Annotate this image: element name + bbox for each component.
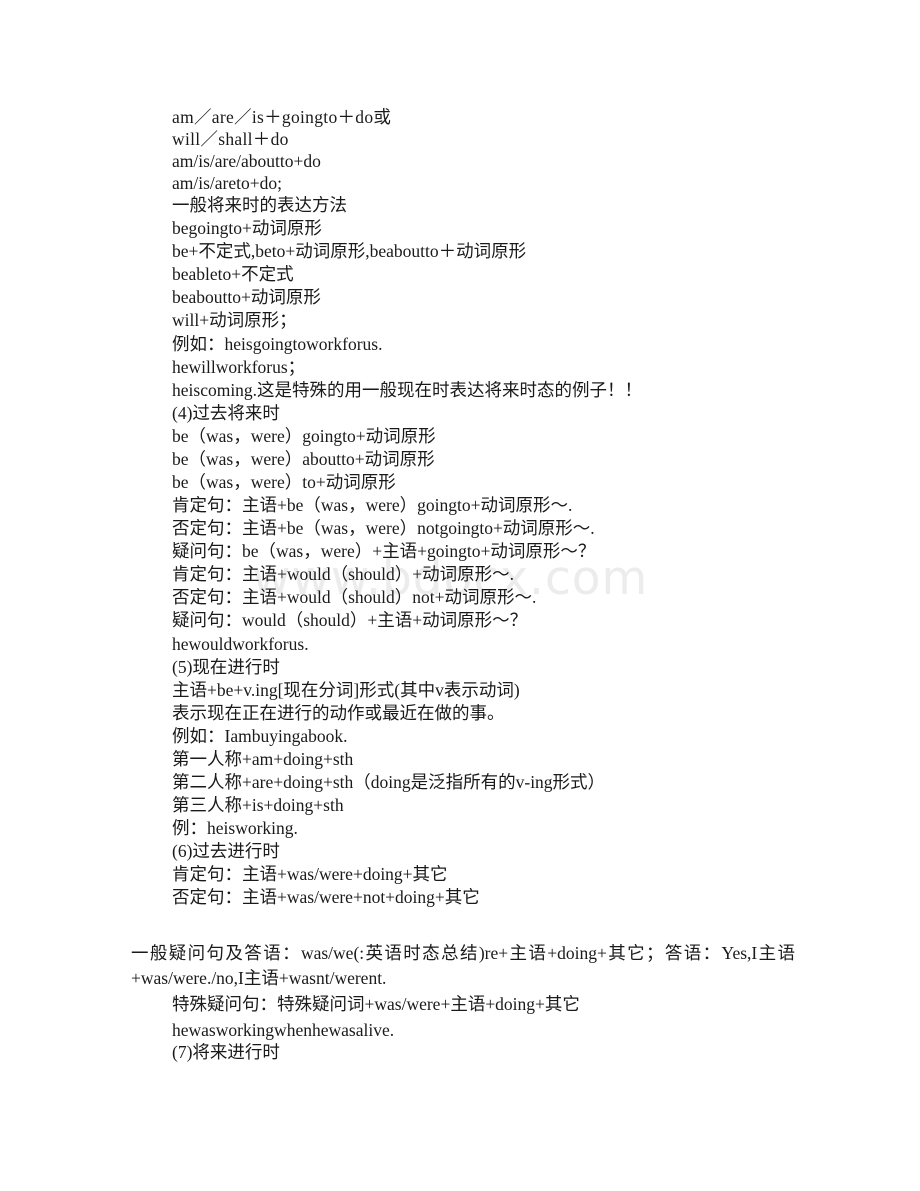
text-line: 肯定句：主语+be（was，were）goingto+动词原形～.: [172, 495, 573, 515]
text-line: heiscoming.这是特殊的用一般现在时表达将来时态的例子！！: [172, 380, 643, 400]
text-line: 例如：Iambuyingabook.: [172, 726, 348, 746]
text-line: beaboutto+动词原形: [172, 287, 321, 307]
text-line: hewillworkforus；: [172, 357, 306, 377]
text-line: 否定句：主语+was/were+not+doing+其它: [172, 887, 480, 907]
text-line: will+动词原形；: [172, 310, 297, 330]
text-line: will／shall＋do: [172, 129, 289, 149]
text-line: 第一人称+am+doing+sth: [172, 749, 354, 769]
text-line: am/is/areto+do;: [172, 173, 282, 193]
document-page: www.bdocx.com am／are／is＋goingto＋do或 will／…: [0, 0, 920, 1191]
text-line: 主语+be+v.ing[现在分词]形式(其中v表示动词): [172, 680, 520, 700]
text-line: 疑问句：would（should）+主语+动词原形～？: [172, 610, 528, 630]
text-line: begoingto+动词原形: [172, 218, 322, 238]
text-line: hewasworkingwhenhewasalive.: [172, 1020, 395, 1040]
text-line: 例：heisworking.: [172, 818, 298, 838]
text-line: 否定句：主语+be（was，were）notgoingto+动词原形～.: [172, 518, 595, 538]
text-line: (7)将来进行时: [172, 1042, 280, 1062]
text-line: 肯定句：主语+would（should）+动词原形～.: [172, 564, 515, 584]
text-line: 特殊疑问句：特殊疑问词+was/were+主语+doing+其它: [172, 994, 580, 1014]
text-line: 例如：heisgoingtoworkforus.: [172, 334, 383, 354]
text-line: (6)过去进行时: [172, 841, 280, 861]
text-line: 第三人称+is+doing+sth: [172, 795, 344, 815]
text-line: 一般将来时的表达方法: [172, 195, 347, 215]
text-line: be（was，were）goingto+动词原形: [172, 426, 436, 446]
text-line: (5)现在进行时: [172, 657, 280, 677]
text-line: 第二人称+are+doing+sth（doing是泛指所有的v-ing形式）: [172, 772, 606, 792]
text-line: beableto+不定式: [172, 264, 294, 284]
text-paragraph: 一般疑问句及答语：was/we(:英语时态总结)re+主语+doing+其它；答…: [131, 943, 795, 988]
text-line: be（was，were）to+动词原形: [172, 472, 396, 492]
text-line: 疑问句：be（was，were）+主语+goingto+动词原形～？: [172, 541, 596, 561]
text-line: 否定句：主语+would（should）not+动词原形～.: [172, 587, 537, 607]
text-line: be（was，were）aboutto+动词原形: [172, 449, 435, 469]
text-line: am／are／is＋goingto＋do或: [172, 107, 392, 127]
text-line: 表示现在正在进行的动作或最近在做的事。: [172, 703, 505, 723]
text-line: hewouldworkforus.: [172, 634, 309, 654]
text-line: 肯定句：主语+was/were+doing+其它: [172, 864, 448, 884]
text-line: be+不定式,beto+动词原形,beaboutto＋动词原形: [172, 241, 527, 261]
text-line: (4)过去将来时: [172, 403, 280, 423]
text-line: am/is/are/aboutto+do: [172, 151, 321, 171]
